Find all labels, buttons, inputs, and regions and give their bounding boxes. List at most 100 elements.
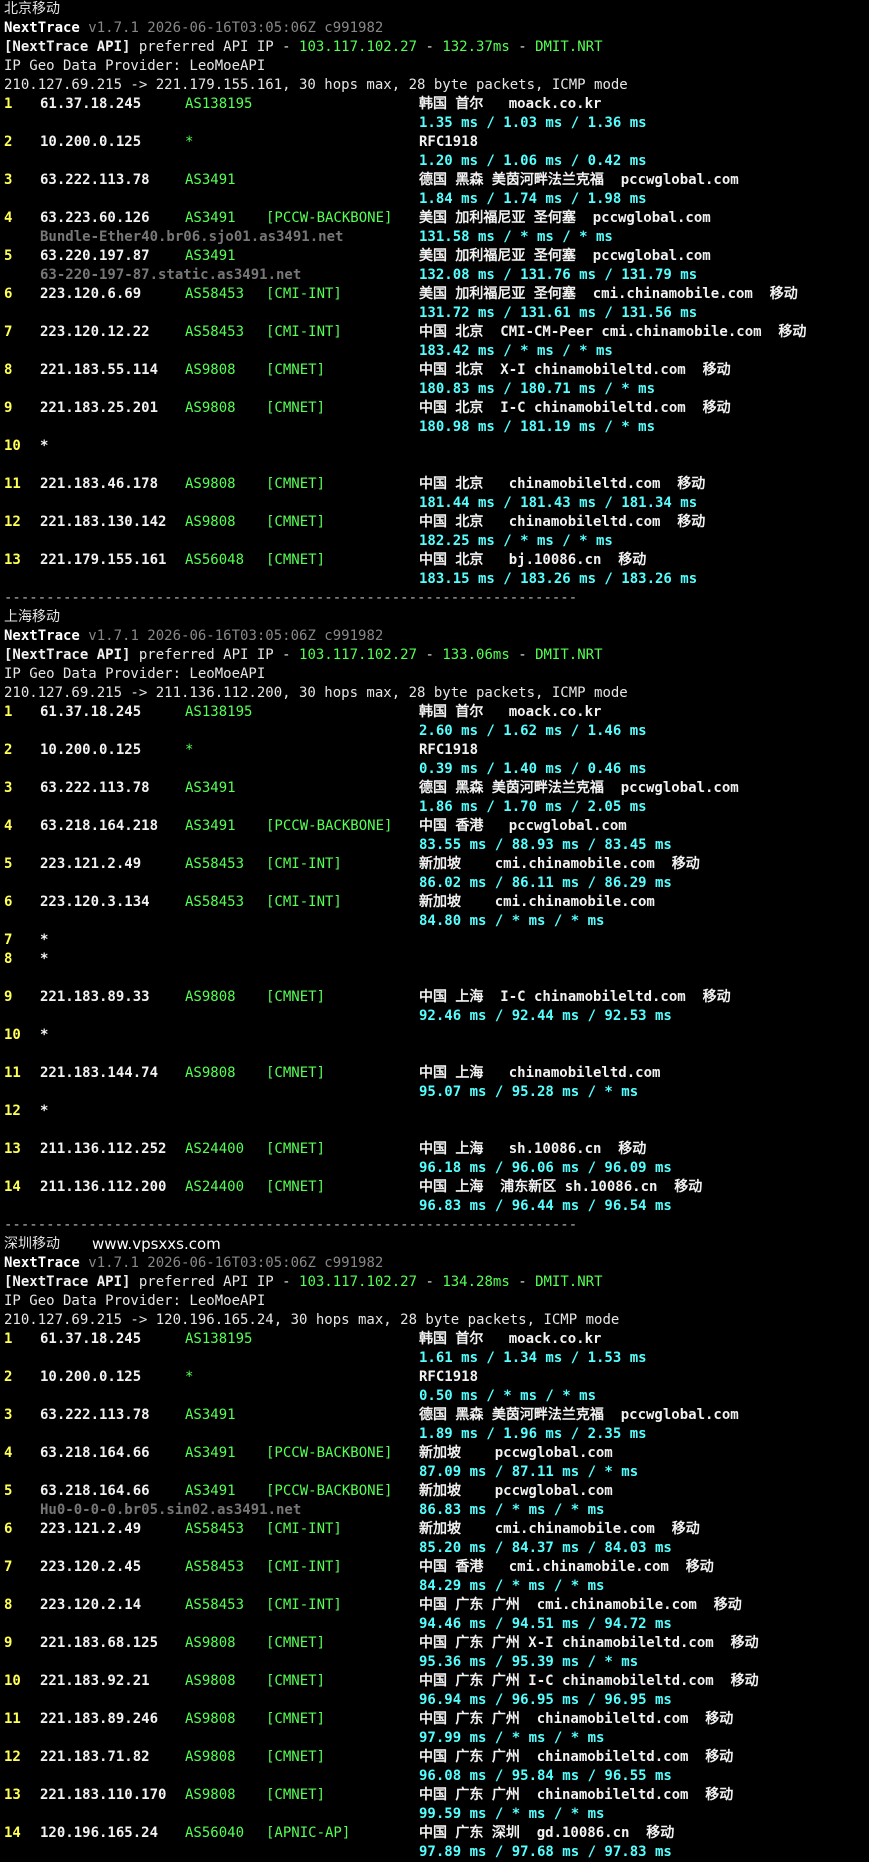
hop-network-tag: [CMNET] bbox=[266, 1635, 326, 1651]
api-line: [NextTrace API] preferred API IP - 103.1… bbox=[0, 646, 869, 665]
geo-provider-line: IP Geo Data Provider: LeoMoeAPI bbox=[0, 665, 869, 684]
hop-asn: AS9808 bbox=[185, 476, 236, 492]
hop-detail-row: Hu0-0-0-0.br05.sin02.as3491.net 86.83 ms … bbox=[0, 1501, 869, 1520]
hop-rtt: 95.36 ms / 95.39 ms / * ms bbox=[419, 1654, 639, 1670]
hop-ip: 61.37.18.245 bbox=[40, 1331, 142, 1347]
hop-ip: 223.120.12.22 bbox=[40, 324, 150, 340]
hop-number: 7 bbox=[4, 932, 13, 948]
hop-detail-row: 94.46 ms / 94.51 ms / 94.72 ms bbox=[0, 1615, 869, 1634]
hop-rtt: 131.58 ms / * ms / * ms bbox=[419, 229, 613, 245]
hop-network-tag: [CMNET] bbox=[266, 1065, 326, 1081]
hop-number: 3 bbox=[4, 780, 13, 796]
hop-row: 3 63.222.113.78 AS3491 德国 黑森 美茵河畔法兰克福 pccwg… bbox=[0, 779, 869, 798]
section-title-line: 北京移动 bbox=[0, 0, 869, 19]
hop-number: 7 bbox=[4, 324, 13, 340]
hop-detail-row: 1.86 ms / 1.70 ms / 2.05 ms bbox=[0, 798, 869, 817]
hop-rtt: 96.94 ms / 96.95 ms / 96.95 ms bbox=[419, 1692, 672, 1708]
api-datacenter: DMIT.NRT bbox=[535, 647, 603, 663]
hop-geo: 中国 广东 广州 X-I chinamobileltd.com 移动 bbox=[419, 1635, 759, 1651]
hop-rtt: 2.60 ms / 1.62 ms / 1.46 ms bbox=[419, 723, 647, 739]
hop-asn: AS3491 bbox=[185, 1407, 236, 1423]
api-latency: 134.28ms bbox=[442, 1274, 510, 1290]
hop-number: 5 bbox=[4, 856, 13, 872]
hop-network-tag: [CMNET] bbox=[266, 1711, 326, 1727]
hop-asn: * bbox=[185, 134, 194, 150]
hop-detail-row: 84.80 ms / * ms / * ms bbox=[0, 912, 869, 931]
hop-number: 6 bbox=[4, 894, 13, 910]
hop-ip: * bbox=[40, 1103, 49, 1119]
hop-rtt: 92.46 ms / 92.44 ms / 92.53 ms bbox=[419, 1008, 672, 1024]
hop-detail-row: 96.18 ms / 96.06 ms / 96.09 ms bbox=[0, 1159, 869, 1178]
hop-rtt: 0.50 ms / * ms / * ms bbox=[419, 1388, 597, 1404]
hop-ip: 221.183.130.142 bbox=[40, 514, 167, 530]
hop-ip: 211.136.112.200 bbox=[40, 1179, 167, 1195]
hop-row: 3 63.222.113.78 AS3491 德国 黑森 美茵河畔法兰克福 pccwg… bbox=[0, 1406, 869, 1425]
hop-asn: AS3491 bbox=[185, 248, 236, 264]
hop-number: 14 bbox=[4, 1825, 21, 1841]
nexttrace-build: v1.7.1 2026-06-16T03:05:06Z c991982 bbox=[88, 20, 384, 36]
hop-detail-row: 83.55 ms / 88.93 ms / 83.45 ms bbox=[0, 836, 869, 855]
hop-geo: 中国 北京 chinamobileltd.com 移动 bbox=[419, 476, 706, 492]
hop-ip: 223.121.2.49 bbox=[40, 856, 142, 872]
hop-ip: 61.37.18.245 bbox=[40, 704, 142, 720]
hop-ip: 221.183.71.82 bbox=[40, 1749, 150, 1765]
hop-geo: 中国 北京 CMI-CM-Peer cmi.chinamobile.com 移动 bbox=[419, 324, 807, 340]
hop-network-tag: [CMI-INT] bbox=[266, 856, 342, 872]
hop-row: 14 120.196.165.24 AS56040 [APNIC-AP] 中国 广东 深… bbox=[0, 1824, 869, 1843]
hop-network-tag: [PCCW-BACKBONE] bbox=[266, 818, 393, 834]
hop-detail-row: 183.15 ms / 183.26 ms / 183.26 ms bbox=[0, 570, 869, 589]
hop-ip: * bbox=[40, 932, 49, 948]
hop-geo: 韩国 首尔 moack.co.kr bbox=[419, 1331, 602, 1347]
hop-asn: AS9808 bbox=[185, 1673, 236, 1689]
hop-ip: * bbox=[40, 1027, 49, 1043]
hop-number: 12 bbox=[4, 1749, 21, 1765]
hop-row: 11 221.183.46.178 AS9808 [CMNET] 中国 北京 china… bbox=[0, 475, 869, 494]
nexttrace-version-line: NextTrace v1.7.1 2026-06-16T03:05:06Z c9… bbox=[0, 1254, 869, 1273]
hop-row: 8 221.183.55.114 AS9808 [CMNET] 中国 北京 X-I ch… bbox=[0, 361, 869, 380]
hop-asn: AS58453 bbox=[185, 894, 245, 910]
hop-detail-row: 0.39 ms / 1.40 ms / 0.46 ms bbox=[0, 760, 869, 779]
trace-header: 210.127.69.215 -> 211.136.112.200, 30 ho… bbox=[4, 685, 628, 701]
geo-provider-line: IP Geo Data Provider: LeoMoeAPI bbox=[0, 57, 869, 76]
hop-row: 4 63.218.164.66 AS3491 [PCCW-BACKBONE] 新加坡 p… bbox=[0, 1444, 869, 1463]
hop-rtt: 94.46 ms / 94.51 ms / 94.72 ms bbox=[419, 1616, 672, 1632]
hop-detail-row: 97.99 ms / * ms / * ms bbox=[0, 1729, 869, 1748]
hop-detail-row: 63-220-197-87.static.as3491.net 132.08 ms… bbox=[0, 266, 869, 285]
api-latency: 132.37ms bbox=[442, 39, 510, 55]
nexttrace-name: NextTrace bbox=[4, 1255, 80, 1271]
hop-row: 5 63.218.164.66 AS3491 [PCCW-BACKBONE] 新加坡 p… bbox=[0, 1482, 869, 1501]
api-sep: - bbox=[509, 39, 536, 55]
hop-network-tag: [CMI-INT] bbox=[266, 894, 342, 910]
hop-geo: 中国 广东 广州 cmi.chinamobile.com 移动 bbox=[419, 1597, 742, 1613]
terminal-output: 北京移动 NextTrace v1.7.1 2026-06-16T03:05:06… bbox=[0, 0, 869, 1860]
hop-network-tag: [CMI-INT] bbox=[266, 324, 342, 340]
hop-asn: AS9808 bbox=[185, 362, 236, 378]
hop-asn: AS138195 bbox=[185, 704, 253, 720]
hop-asn: AS138195 bbox=[185, 96, 253, 112]
hop-row: 12 221.183.71.82 AS9808 [CMNET] 中国 广东 广州 chi… bbox=[0, 1748, 869, 1767]
hop-network-tag: [APNIC-AP] bbox=[266, 1825, 351, 1841]
hop-asn: AS58453 bbox=[185, 1521, 245, 1537]
hop-asn: AS58453 bbox=[185, 856, 245, 872]
hop-rtt: 183.42 ms / * ms / * ms bbox=[419, 343, 613, 359]
hop-asn: AS56048 bbox=[185, 552, 245, 568]
hop-ip: 221.183.92.21 bbox=[40, 1673, 150, 1689]
api-sep: - bbox=[417, 39, 443, 55]
hop-network-tag: [CMNET] bbox=[266, 362, 326, 378]
hop-detail-row: 1.89 ms / 1.96 ms / 2.35 ms bbox=[0, 1425, 869, 1444]
api-info: [NextTrace API] preferred API IP - 103.1… bbox=[4, 1273, 603, 1292]
api-line: [NextTrace API] preferred API IP - 103.1… bbox=[0, 1273, 869, 1292]
hop-number: 4 bbox=[4, 818, 13, 834]
hop-asn: AS58453 bbox=[185, 286, 245, 302]
hop-ip: 63.218.164.218 bbox=[40, 818, 159, 834]
hop-network-tag: [CMNET] bbox=[266, 1787, 326, 1803]
hop-ip: 10.200.0.125 bbox=[40, 134, 142, 150]
hop-asn: AS9808 bbox=[185, 1787, 236, 1803]
api-sep: - bbox=[509, 1274, 536, 1290]
hop-network-tag: [CMNET] bbox=[266, 989, 326, 1005]
section-title-line: 深圳移动 www.vpsxxs.com bbox=[0, 1235, 869, 1254]
hop-ip: 223.120.2.14 bbox=[40, 1597, 142, 1613]
nexttrace-version-line: NextTrace v1.7.1 2026-06-16T03:05:06Z c9… bbox=[0, 627, 869, 646]
hop-row: 13 221.183.110.170 AS9808 [CMNET] 中国 广东 广州 c… bbox=[0, 1786, 869, 1805]
hop-asn: AS9808 bbox=[185, 989, 236, 1005]
